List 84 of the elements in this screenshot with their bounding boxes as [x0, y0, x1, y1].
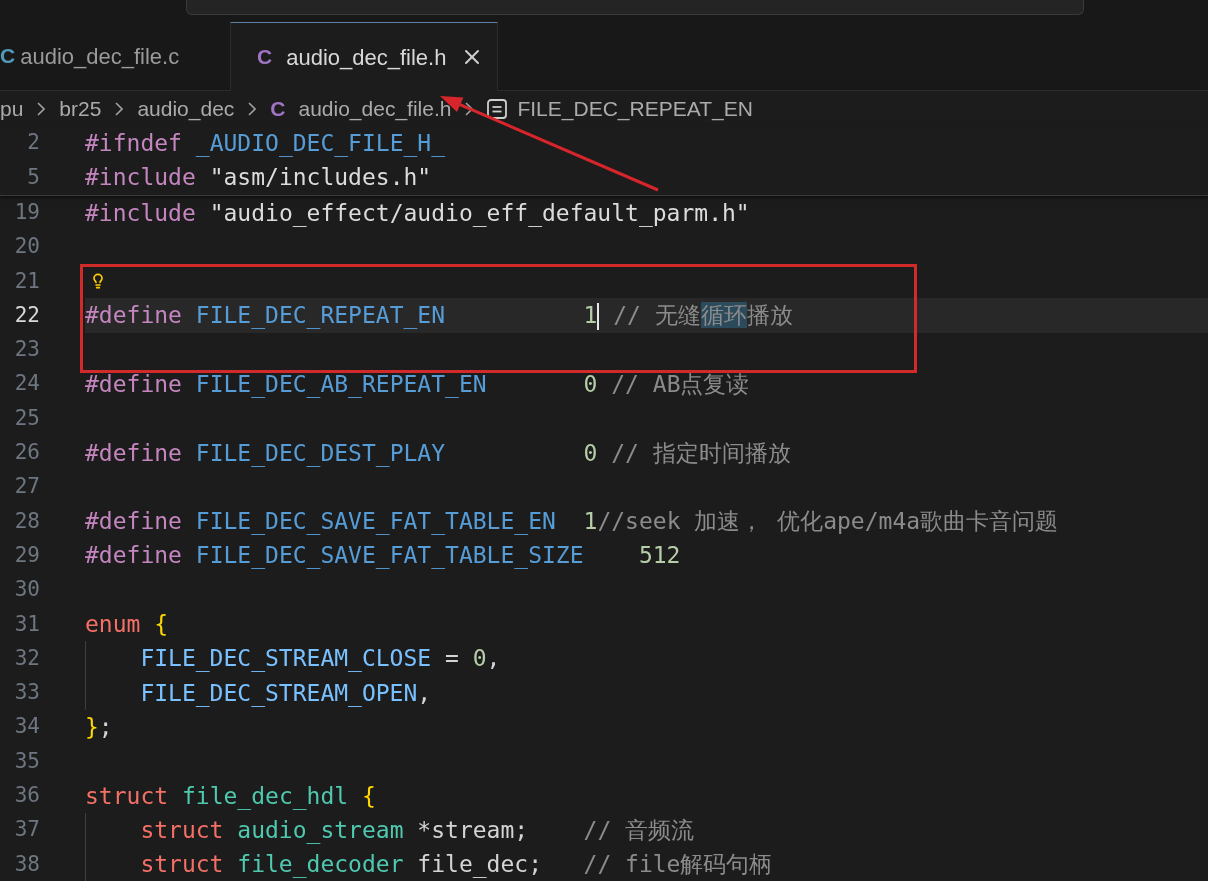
number-literal: 0	[583, 371, 598, 397]
breadcrumb-item[interactable]: C audio_dec_file.h	[270, 92, 452, 125]
chevron-right-icon	[248, 101, 257, 116]
type-name: audio_stream	[237, 816, 404, 843]
number-literal: 1	[583, 508, 598, 535]
code-comment: // AB点复读	[611, 371, 750, 397]
line-number: 34	[13, 713, 40, 741]
punctuation: }	[85, 713, 99, 740]
line-number: 2	[26, 129, 40, 157]
line-number: 38	[13, 850, 40, 878]
keyword: struct	[85, 782, 169, 809]
chevron-right-icon	[115, 101, 124, 116]
text-cursor	[597, 303, 600, 331]
line-number: 5	[26, 163, 40, 191]
line-number: 24	[13, 370, 40, 398]
preprocessor-directive: #ifndef	[85, 129, 182, 156]
punctuation: {	[362, 782, 376, 809]
code-text: ;	[98, 713, 113, 740]
square-lines-icon	[487, 98, 508, 119]
breadcrumb-item[interactable]: FILE_DEC_REPEAT_EN	[487, 92, 753, 125]
line-number: 25	[13, 404, 40, 432]
macro-name: FILE_DEC_DEST_PLAY	[195, 439, 446, 466]
code-text: =	[445, 645, 459, 672]
line-number: 29	[13, 541, 40, 569]
code-comment: // 指定时间播放	[611, 439, 791, 466]
line-number: 33	[13, 679, 40, 707]
preprocessor-directive: #define	[85, 508, 182, 535]
line-number: 28	[13, 507, 40, 535]
chevron-right-icon	[37, 101, 46, 116]
string-literal: "audio_effect/audio_eff_default_parm.h"	[209, 199, 750, 226]
line-number: 30	[13, 576, 40, 604]
breadcrumb-item[interactable]: audio_dec	[137, 92, 235, 125]
number-literal: 1	[583, 302, 598, 329]
code-text: ,	[486, 645, 501, 672]
line-number: 21	[13, 267, 40, 295]
preprocessor-directive: #include	[85, 199, 196, 226]
line-number: 31	[13, 610, 40, 638]
type-name: file_decoder	[237, 851, 404, 878]
preprocessor-directive: #include	[85, 164, 196, 191]
file-type-icon: C	[270, 92, 286, 125]
line-number: 22	[13, 301, 40, 329]
preprocessor-directive: #define	[85, 542, 182, 569]
macro-name: FILE_DEC_REPEAT_EN	[195, 302, 446, 329]
code-text: ,	[417, 679, 432, 706]
tab[interactable]: C audio_dec_file.h	[230, 22, 498, 91]
macro-name: _AUDIO_DEC_FILE_H_	[195, 129, 446, 156]
code-text: *stream;	[417, 816, 529, 843]
line-number: 26	[13, 439, 40, 467]
enum-constant: FILE_DEC_STREAM_CLOSE	[140, 645, 432, 672]
keyword: struct	[140, 851, 224, 878]
line-number: 36	[13, 782, 40, 810]
punctuation: {	[154, 611, 169, 638]
macro-name: FILE_DEC_SAVE_FAT_TABLE_EN	[195, 508, 556, 535]
number-literal: 512	[638, 542, 681, 569]
keyword: struct	[140, 816, 224, 843]
file-type-icon: C	[257, 41, 273, 73]
number-literal: 0	[472, 645, 487, 672]
macro-name: FILE_DEC_SAVE_FAT_TABLE_SIZE	[195, 542, 584, 569]
breadcrumb-item[interactable]: br25	[59, 92, 102, 125]
keyword: enum	[85, 611, 141, 638]
line-number: 23	[13, 336, 40, 364]
code-text: file_dec;	[417, 851, 542, 878]
line-number: 20	[13, 233, 40, 261]
code-comment: // 无缝循环播放	[613, 302, 793, 329]
code-comment: // 音频流	[583, 816, 695, 843]
breadcrumb-item[interactable]: pu	[0, 92, 24, 125]
code-comment: //seek 加速， 优化ape/m4a歌曲卡音问题	[597, 508, 1059, 535]
preprocessor-directive: #define	[85, 439, 182, 466]
number-literal: 0	[583, 439, 598, 466]
line-number: 37	[13, 816, 40, 844]
line-number: 27	[13, 473, 40, 501]
type-name: file_dec_hdl	[181, 782, 349, 809]
line-number: 19	[13, 199, 40, 226]
line-number: 35	[13, 747, 40, 775]
line-number: 32	[13, 644, 40, 672]
file-type-icon: C	[0, 40, 16, 72]
preprocessor-directive: #define	[85, 302, 182, 329]
search-field[interactable]	[186, 0, 1084, 15]
chevron-right-icon	[465, 101, 474, 116]
macro-name: FILE_DEC_AB_REPEAT_EN	[195, 371, 487, 397]
enum-constant: FILE_DEC_STREAM_OPEN	[140, 679, 418, 706]
string-literal: "asm/includes.h"	[209, 164, 432, 191]
code-comment: // file解码句柄	[583, 851, 773, 878]
preprocessor-directive: #define	[85, 371, 182, 397]
